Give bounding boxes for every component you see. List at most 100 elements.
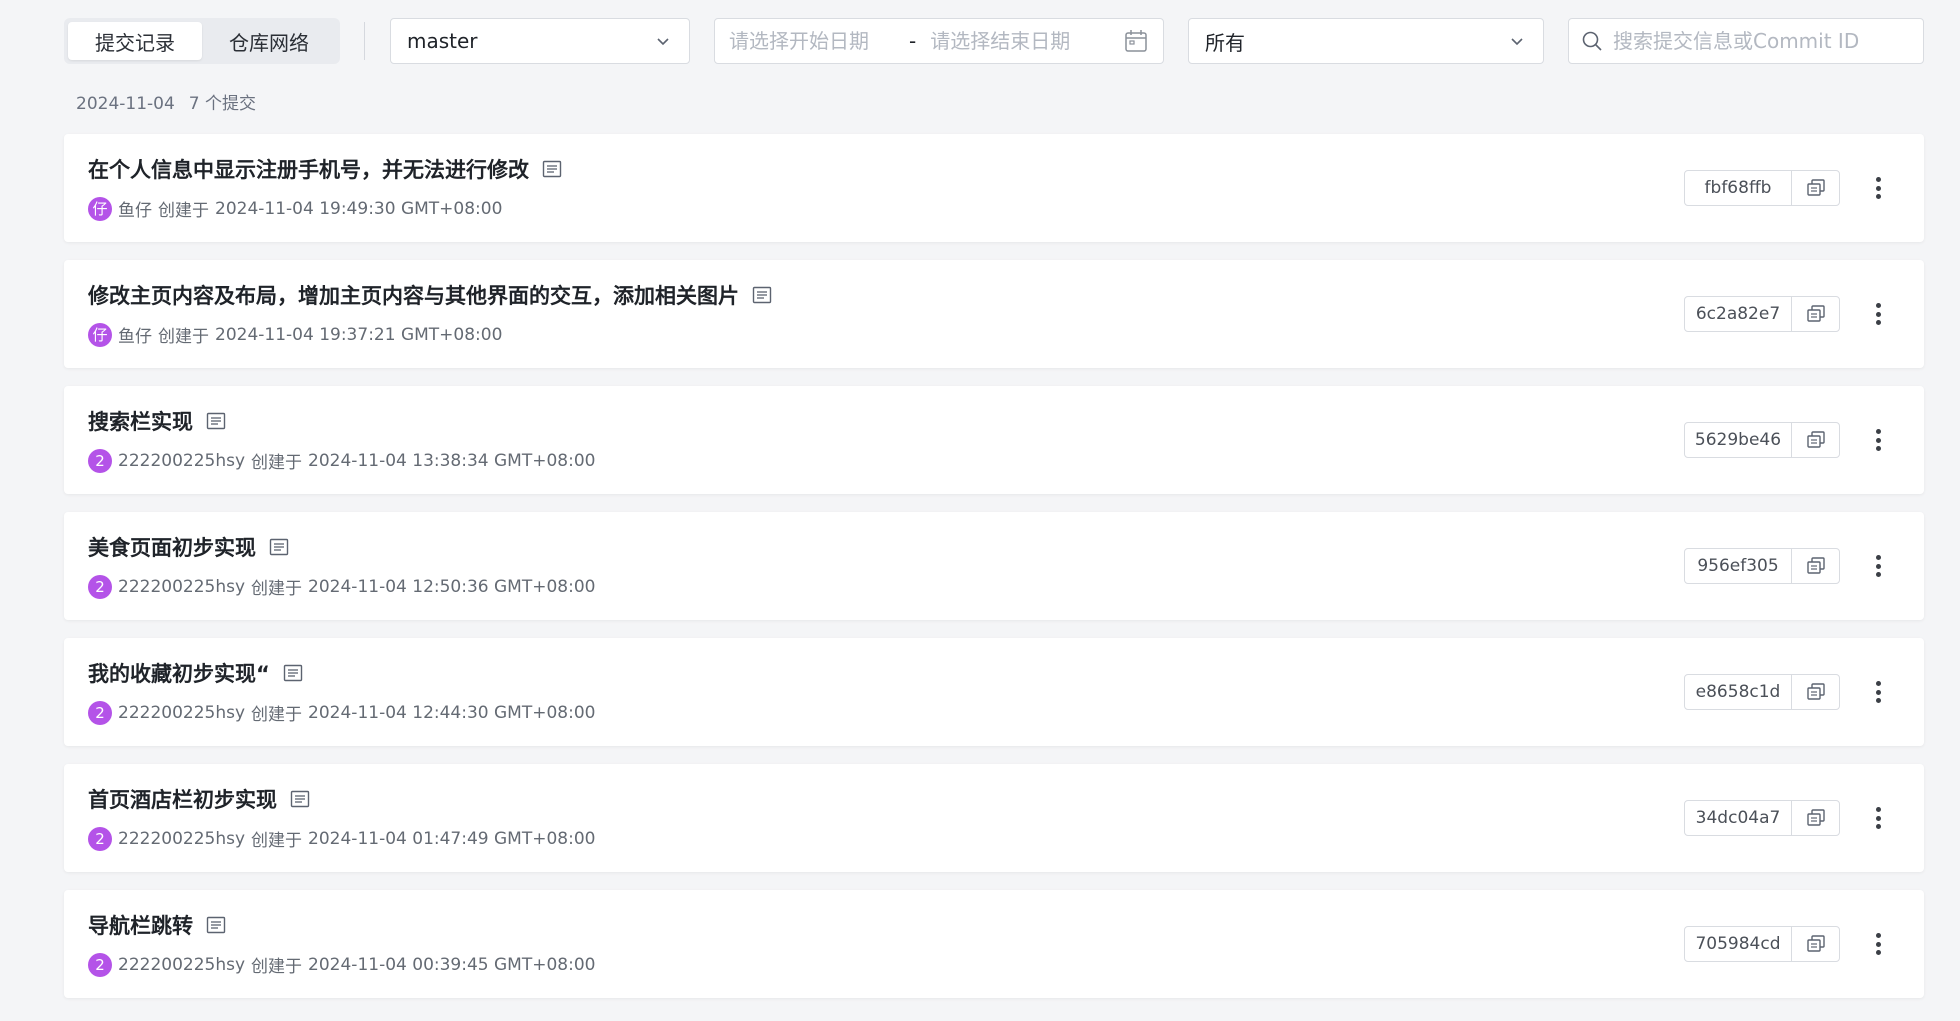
more-dot [1875, 320, 1881, 325]
commit-card[interactable]: 我的收藏初步实现“ 2 222200225hsy 创建于 2024-11-04 … [64, 638, 1924, 746]
commit-title[interactable]: 在个人信息中显示注册手机号，并无法进行修改 [88, 154, 529, 184]
author-filter-select[interactable]: 所有 [1188, 18, 1544, 64]
commit-author[interactable]: 鱼仔 [118, 196, 152, 221]
commit-details-icon[interactable] [541, 158, 563, 180]
more-dot [1875, 563, 1881, 569]
commit-list: 在个人信息中显示注册手机号，并无法进行修改 仔 鱼仔 创建于 2024-11-0… [64, 134, 1924, 1016]
start-date-input[interactable] [729, 29, 909, 53]
commit-hash-box: 705984cd [1684, 926, 1840, 962]
commit-details-icon[interactable] [205, 914, 227, 936]
end-date-input[interactable] [930, 29, 1111, 53]
copy-hash-button[interactable] [1792, 171, 1839, 205]
commit-title[interactable]: 搜索栏实现 [88, 406, 193, 436]
commit-title[interactable]: 导航栏跳转 [88, 910, 193, 940]
commit-title[interactable]: 美食页面初步实现 [88, 532, 256, 562]
more-dot [1875, 437, 1881, 443]
commit-hash[interactable]: 956ef305 [1685, 549, 1792, 583]
more-options-button[interactable] [1870, 426, 1886, 454]
commit-title-row: 在个人信息中显示注册手机号，并无法进行修改 [88, 154, 563, 184]
commit-card[interactable]: 首页酒店栏初步实现 2 222200225hsy 创建于 2024-11-04 … [64, 764, 1924, 872]
commit-title[interactable]: 首页酒店栏初步实现 [88, 784, 277, 814]
commit-meta: 2 222200225hsy 创建于 2024-11-04 00:39:45 G… [88, 952, 595, 977]
commit-author[interactable]: 鱼仔 [118, 322, 152, 347]
copy-hash-button[interactable] [1792, 927, 1839, 961]
more-options-button[interactable] [1870, 552, 1886, 580]
tab-commit-history[interactable]: 提交记录 [68, 22, 202, 60]
commit-card[interactable]: 修改主页内容及布局，增加主页内容与其他界面的交互，添加相关图片 仔 鱼仔 创建于… [64, 260, 1924, 368]
commit-title[interactable]: 我的收藏初步实现“ [88, 658, 270, 688]
more-dot [1875, 815, 1881, 821]
search-input[interactable] [1613, 29, 1911, 53]
more-dot [1875, 572, 1881, 577]
copy-hash-button[interactable] [1792, 675, 1839, 709]
commit-card[interactable]: 搜索栏实现 2 222200225hsy 创建于 2024-11-04 13:3… [64, 386, 1924, 494]
commit-hash[interactable]: 5629be46 [1685, 423, 1792, 457]
toolbar: 提交记录 仓库网络 master - 所有 [0, 0, 1960, 84]
copy-icon [1806, 431, 1825, 448]
branch-select[interactable]: master [390, 18, 690, 64]
commit-card[interactable]: 在个人信息中显示注册手机号，并无法进行修改 仔 鱼仔 创建于 2024-11-0… [64, 134, 1924, 242]
commit-title-row: 首页酒店栏初步实现 [88, 784, 311, 814]
commit-author[interactable]: 222200225hsy [118, 451, 245, 471]
commit-details-icon[interactable] [268, 536, 290, 558]
avatar[interactable]: 2 [88, 826, 112, 851]
more-options-button[interactable] [1870, 804, 1886, 832]
commit-author[interactable]: 222200225hsy [118, 829, 245, 849]
commit-card[interactable]: 美食页面初步实现 2 222200225hsy 创建于 2024-11-04 1… [64, 512, 1924, 620]
copy-icon [1806, 683, 1825, 700]
more-dot [1875, 555, 1881, 560]
more-options-button[interactable] [1870, 930, 1886, 958]
copy-icon [1806, 305, 1825, 322]
commit-hash[interactable]: fbf68ffb [1685, 171, 1792, 205]
avatar[interactable]: 2 [88, 574, 112, 599]
commit-search[interactable] [1568, 18, 1924, 64]
search-icon [1582, 31, 1602, 51]
commit-time: 2024-11-04 12:50:36 GMT+08:00 [308, 576, 596, 597]
commit-title[interactable]: 修改主页内容及布局，增加主页内容与其他界面的交互，添加相关图片 [88, 280, 739, 310]
commit-time: 2024-11-04 13:38:34 GMT+08:00 [308, 450, 596, 471]
avatar[interactable]: 仔 [88, 322, 112, 347]
avatar[interactable]: 仔 [88, 196, 112, 221]
avatar[interactable]: 2 [88, 448, 112, 473]
copy-hash-button[interactable] [1792, 423, 1839, 457]
more-dot [1875, 194, 1881, 199]
copy-hash-button[interactable] [1792, 549, 1839, 583]
commit-details-icon[interactable] [282, 662, 304, 684]
commit-author[interactable]: 222200225hsy [118, 955, 245, 975]
branch-select-value: master [407, 29, 478, 53]
commit-title-row: 美食页面初步实现 [88, 532, 290, 562]
calendar-icon[interactable] [1123, 28, 1149, 54]
more-options-button[interactable] [1870, 174, 1886, 202]
chevron-down-icon [1511, 38, 1523, 46]
toolbar-divider [364, 22, 365, 60]
avatar[interactable]: 2 [88, 700, 112, 725]
date-range-picker[interactable]: - [714, 18, 1164, 64]
commit-hash[interactable]: 6c2a82e7 [1685, 297, 1792, 331]
commit-hash-box: 5629be46 [1684, 422, 1840, 458]
more-options-button[interactable] [1870, 678, 1886, 706]
copy-icon [1806, 935, 1825, 952]
copy-hash-button[interactable] [1792, 801, 1839, 835]
commit-author[interactable]: 222200225hsy [118, 577, 245, 597]
group-date: 2024-11-04 [76, 94, 175, 114]
commit-details-icon[interactable] [289, 788, 311, 810]
author-filter-value: 所有 [1205, 30, 1245, 55]
more-dot [1875, 681, 1881, 686]
more-dot [1875, 698, 1881, 703]
commit-details-icon[interactable] [205, 410, 227, 432]
commit-title-row: 我的收藏初步实现“ [88, 658, 304, 688]
copy-hash-button[interactable] [1792, 297, 1839, 331]
commit-author[interactable]: 222200225hsy [118, 703, 245, 723]
commit-card[interactable]: 导航栏跳转 2 222200225hsy 创建于 2024-11-04 00:3… [64, 890, 1924, 998]
tab-repo-network[interactable]: 仓库网络 [202, 22, 336, 60]
commit-created-label: 创建于 [251, 453, 303, 473]
commit-created-label: 创建于 [251, 579, 303, 599]
commit-details-icon[interactable] [751, 284, 773, 306]
more-dot [1875, 807, 1881, 812]
more-options-button[interactable] [1870, 300, 1886, 328]
commit-hash[interactable]: 34dc04a7 [1685, 801, 1792, 835]
avatar[interactable]: 2 [88, 952, 112, 977]
commit-hash[interactable]: e8658c1d [1685, 675, 1792, 709]
commit-hash[interactable]: 705984cd [1685, 927, 1792, 961]
commit-meta: 仔 鱼仔 创建于 2024-11-04 19:49:30 GMT+08:00 [88, 196, 502, 221]
